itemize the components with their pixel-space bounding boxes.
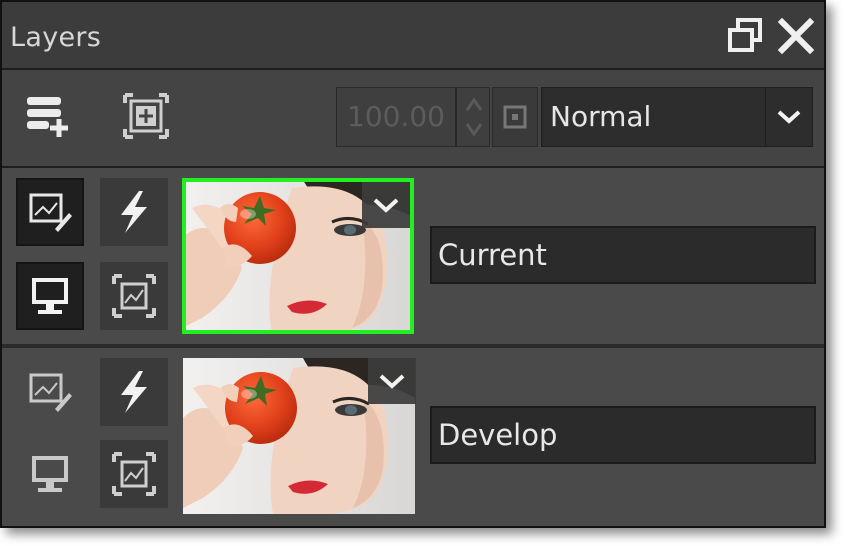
layer-mask-button[interactable]	[100, 262, 168, 330]
edit-layer-icon	[29, 373, 72, 412]
layer-name-field[interactable]: Develop	[430, 406, 816, 464]
mask-image-icon	[112, 452, 156, 496]
chevron-down-icon	[373, 198, 399, 213]
layers-panel: Layers 100.00 Normal Current Develop	[0, 0, 826, 528]
layer-visibility-button[interactable]	[16, 440, 84, 508]
layer-effects-button[interactable]	[100, 178, 168, 246]
layer-mask-button[interactable]	[100, 440, 168, 508]
add-layer-button[interactable]	[22, 90, 74, 142]
lightning-icon	[121, 371, 147, 413]
opacity-spinner[interactable]	[456, 87, 490, 147]
reset-opacity-icon	[503, 105, 527, 129]
layer-name-field[interactable]: Current	[430, 226, 816, 284]
mask-image-icon	[112, 274, 156, 318]
edit-layer-icon	[29, 193, 72, 232]
panel-title: Layers	[10, 22, 102, 53]
blend-mode-select[interactable]: Normal	[541, 87, 813, 147]
chevron-down-icon[interactable]	[765, 88, 812, 146]
add-layer-icon	[27, 97, 68, 137]
thumbnail-menu-button[interactable]	[368, 358, 416, 404]
edit-layer-button[interactable]	[16, 358, 84, 426]
monitor-icon	[32, 278, 68, 314]
reset-opacity-button[interactable]	[492, 87, 538, 147]
layer-thumbnail[interactable]	[182, 178, 414, 334]
float-window-icon[interactable]	[726, 16, 766, 56]
opacity-input[interactable]: 100.00	[336, 87, 456, 147]
layer-thumbnail[interactable]	[182, 358, 416, 514]
close-icon[interactable]	[776, 16, 816, 56]
layer-effects-button[interactable]	[100, 358, 168, 426]
thumbnail-menu-button[interactable]	[362, 182, 410, 228]
edit-layer-button[interactable]	[16, 178, 84, 246]
fit-layer-icon	[123, 93, 169, 139]
fit-layer-button[interactable]	[120, 90, 172, 142]
lightning-icon	[121, 191, 147, 233]
chevron-down-icon	[379, 374, 405, 389]
layer-visibility-button[interactable]	[16, 262, 84, 330]
monitor-icon	[32, 456, 68, 492]
panel-titlebar: Layers	[2, 2, 824, 70]
blend-mode-value: Normal	[550, 100, 652, 133]
